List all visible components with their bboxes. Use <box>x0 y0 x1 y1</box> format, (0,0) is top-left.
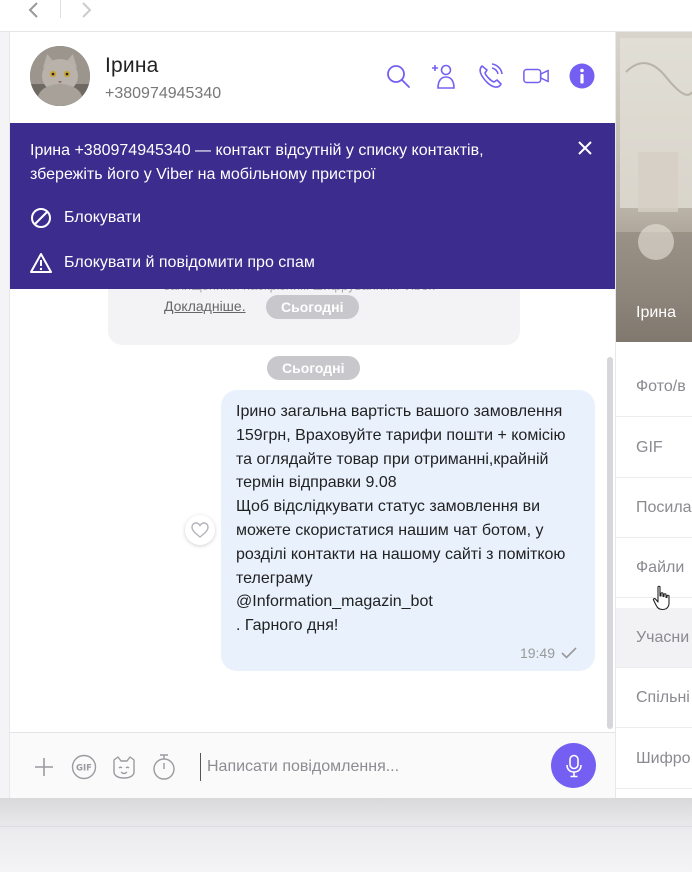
contact-photo-image <box>616 38 692 342</box>
attach-button[interactable] <box>30 753 58 781</box>
info-item-shared-groups[interactable]: Спільні <box>616 668 692 728</box>
info-item-participants[interactable]: Учасни <box>616 608 692 668</box>
banner-message: Ірина +380974945340 — контакт відсутній … <box>30 142 484 183</box>
cat-avatar-icon <box>30 46 90 106</box>
chat-header: Ірина +380974945340 <box>10 32 615 120</box>
warning-icon <box>30 253 52 273</box>
contact-name: Ірина <box>105 54 159 77</box>
contact-phone: +380974945340 <box>105 85 222 102</box>
svg-text:GIF: GIF <box>76 764 92 774</box>
banner-close-button[interactable] <box>574 137 596 159</box>
voice-message-button[interactable] <box>551 743 596 788</box>
avatar[interactable] <box>30 46 90 106</box>
add-contact-button[interactable] <box>430 62 458 90</box>
message-meta: 19:49 <box>520 645 577 661</box>
outgoing-message-bubble[interactable]: Ірино загальна вартість вашого замовленн… <box>221 390 595 671</box>
date-separator: Сьогодні <box>267 356 360 380</box>
message-text: Ірино загальна вартість вашого замовленн… <box>236 403 566 635</box>
photo-contact-name: Ірина <box>636 304 677 321</box>
message-composer: GIF <box>10 732 615 798</box>
back-button[interactable] <box>20 0 48 20</box>
search-button[interactable] <box>384 62 412 90</box>
block-button[interactable]: Блокувати <box>30 207 141 229</box>
message-input[interactable] <box>200 753 530 781</box>
info-button[interactable] <box>568 62 596 90</box>
hand-cursor-icon <box>652 585 670 611</box>
chat-scrollbar[interactable] <box>607 357 613 729</box>
chat-panel: Ірина +380974945340 захищеними наскрізни… <box>9 32 615 798</box>
block-icon <box>31 208 51 228</box>
contact-info-panel: Ірина Фото/в GIF Посила Файли Учасни Спі… <box>615 32 692 798</box>
block-spam-label: Блокувати й повідомити про спам <box>64 254 315 271</box>
gif-icon: GIF <box>71 754 97 780</box>
video-call-button[interactable] <box>522 62 550 90</box>
learn-more-link[interactable]: Докладніше. <box>164 298 246 314</box>
like-button[interactable] <box>185 515 215 545</box>
plus-icon <box>35 758 53 776</box>
call-icon <box>479 63 503 88</box>
video-call-icon <box>523 68 549 84</box>
card-date-pill: Сьогодні <box>266 295 359 319</box>
close-icon <box>578 141 592 155</box>
info-item-gif[interactable]: GIF <box>616 418 692 478</box>
message-time: 19:49 <box>519 645 555 661</box>
block-and-report-spam-button[interactable]: Блокувати й повідомити про спам <box>30 252 315 274</box>
timer-icon <box>153 754 175 780</box>
heart-icon <box>191 522 209 538</box>
info-item-media[interactable]: Фото/в <box>616 357 692 417</box>
nav-divider <box>60 0 61 18</box>
check-icon <box>561 647 577 659</box>
chevron-right-icon <box>82 2 92 18</box>
sticker-icon <box>113 756 135 779</box>
block-label: Блокувати <box>64 209 142 226</box>
info-icon <box>569 63 595 89</box>
header-actions <box>384 62 596 90</box>
add-contact-icon <box>432 64 455 89</box>
sticker-button[interactable] <box>110 753 138 781</box>
microphone-icon <box>565 754 582 777</box>
backdrop-divider <box>0 826 692 827</box>
chevron-left-icon <box>28 2 38 18</box>
timer-button[interactable] <box>150 753 178 781</box>
gif-button[interactable]: GIF <box>70 753 98 781</box>
forward-button[interactable] <box>72 0 100 20</box>
info-item-encryption[interactable]: Шифро <box>616 729 692 789</box>
search-icon <box>387 65 410 88</box>
info-item-links[interactable]: Посила <box>616 478 692 538</box>
unknown-contact-banner: Ірина +380974945340 — контакт відсутній … <box>10 123 615 289</box>
call-button[interactable] <box>476 62 504 90</box>
top-navigation <box>0 0 692 32</box>
window-backdrop <box>0 798 692 872</box>
contact-photo[interactable]: Ірина <box>616 32 692 342</box>
